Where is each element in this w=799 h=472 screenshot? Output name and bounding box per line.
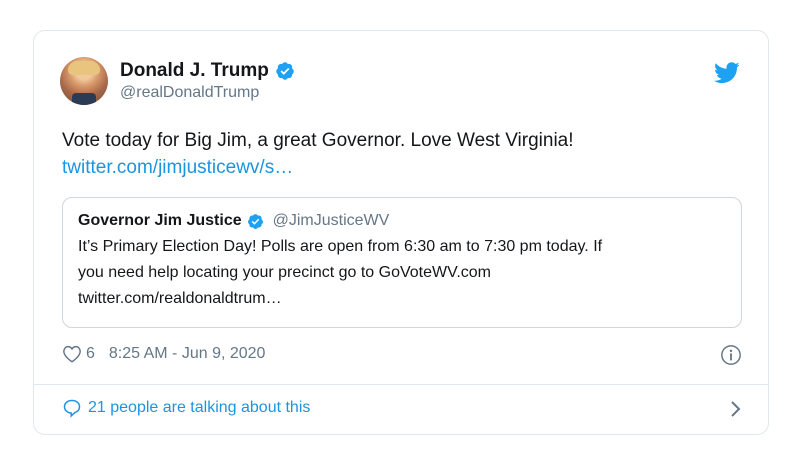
avatar[interactable]: [60, 57, 108, 105]
tweet-text: Vote today for Big Jim, a great Governor…: [62, 130, 574, 151]
speech-bubble-icon: [63, 399, 81, 418]
quoted-tweet-text: It’s Primary Election Day! Polls are ope…: [78, 234, 726, 312]
author-handle[interactable]: @realDonaldTrump: [120, 84, 295, 102]
tweet-body: Vote today for Big Jim, a great Governor…: [62, 127, 742, 181]
verified-badge-icon: [276, 62, 294, 80]
divider: [34, 384, 768, 385]
quoted-text-line: It’s Primary Election Day! Polls are ope…: [78, 238, 603, 255]
author-name-row: Donald J. Trump: [120, 60, 295, 82]
heart-icon[interactable]: [62, 345, 82, 363]
quoted-text-line: you need help locating your precinct go …: [78, 264, 491, 281]
quoted-author-handle: @JimJusticeWV: [272, 212, 390, 229]
tweet-meta: 6 8:25 AM - Jun 9, 2020: [62, 344, 742, 366]
quoted-text-line: twitter.com/realdonaldtrum…: [78, 290, 282, 307]
tweet-header: Donald J. Trump @realDonaldTrump: [60, 57, 295, 105]
like-count[interactable]: 6: [86, 345, 95, 363]
author-display-name[interactable]: Donald J. Trump: [120, 60, 269, 82]
quoted-tweet-header: Governor Jim Justice @JimJusticeWV: [78, 212, 726, 230]
chevron-right-icon[interactable]: [728, 400, 742, 418]
tweet-timestamp[interactable]: 8:25 AM - Jun 9, 2020: [109, 345, 266, 363]
twitter-bird-icon[interactable]: [714, 62, 740, 84]
author-names: Donald J. Trump @realDonaldTrump: [120, 60, 295, 102]
talking-count[interactable]: 21 people are talking about this: [88, 399, 310, 417]
tweet-link[interactable]: twitter.com/jimjusticewv/s…: [62, 154, 742, 181]
tweet-card: Donald J. Trump @realDonaldTrump Vote to…: [33, 30, 769, 435]
verified-badge-icon: [247, 213, 263, 229]
conversation-link[interactable]: 21 people are talking about this: [62, 398, 742, 418]
info-icon[interactable]: [720, 344, 742, 366]
quoted-tweet[interactable]: Governor Jim Justice @JimJusticeWV It’s …: [62, 197, 742, 328]
quoted-author-name: Governor Jim Justice: [78, 212, 242, 229]
